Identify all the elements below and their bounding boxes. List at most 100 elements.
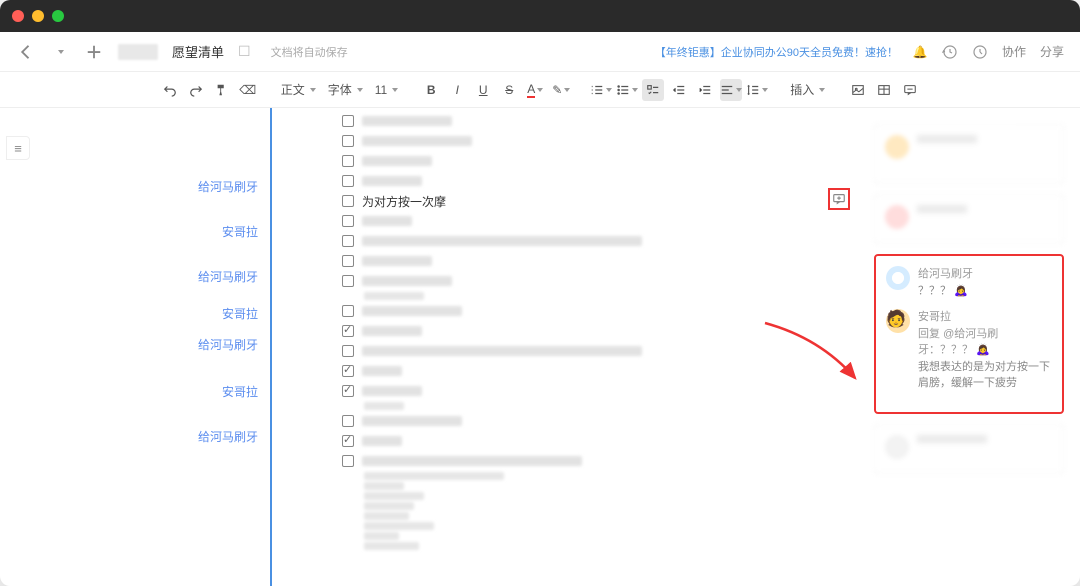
task-line[interactable]	[342, 252, 868, 270]
task-line[interactable]	[342, 212, 868, 230]
task-line[interactable]	[342, 322, 868, 340]
line-height-button[interactable]	[746, 79, 768, 101]
outline-toggle[interactable]: ≡	[6, 136, 30, 160]
comment-card-blurred[interactable]	[874, 424, 1064, 474]
comment-reply-to: 回复	[918, 328, 943, 340]
blurred-text	[364, 502, 414, 510]
highlight-button[interactable]: ✎	[550, 79, 572, 101]
checkbox-checked[interactable]	[342, 435, 354, 447]
task-line[interactable]	[342, 152, 868, 170]
minimize-dot[interactable]	[32, 10, 44, 22]
undo-button[interactable]	[159, 79, 181, 101]
blurred-text	[362, 216, 412, 226]
task-line[interactable]	[342, 272, 868, 290]
task-line[interactable]	[342, 302, 868, 320]
comment-button[interactable]	[899, 79, 921, 101]
task-line[interactable]	[342, 382, 868, 400]
dropdown-button[interactable]	[50, 42, 70, 62]
table-button[interactable]	[873, 79, 895, 101]
blurred-text	[362, 116, 452, 126]
checkbox[interactable]	[342, 195, 354, 207]
task-line[interactable]	[342, 412, 868, 430]
bell-icon[interactable]: 🔔	[912, 44, 928, 60]
checkbox[interactable]	[342, 345, 354, 357]
outline-item[interactable]: 安哥拉	[52, 223, 258, 240]
task-line[interactable]	[342, 132, 868, 150]
checkbox[interactable]	[342, 135, 354, 147]
image-button[interactable]	[847, 79, 869, 101]
collab-button[interactable]: 协作	[1002, 43, 1026, 60]
comment-text: ？？？	[918, 285, 951, 297]
checkbox[interactable]	[342, 305, 354, 317]
blurred-text	[364, 292, 424, 300]
comment-card-blurred[interactable]	[874, 194, 1064, 244]
checkbox[interactable]	[342, 415, 354, 427]
maximize-dot[interactable]	[52, 10, 64, 22]
blurred-text	[364, 482, 404, 490]
text-color-button[interactable]: A	[524, 79, 546, 101]
comment-author: 给河马刷牙	[918, 266, 973, 283]
task-line[interactable]	[342, 432, 868, 450]
blurred-text	[362, 416, 462, 426]
outline-item[interactable]: 给河马刷牙	[52, 178, 258, 195]
task-line[interactable]	[342, 112, 868, 130]
clear-format-button[interactable]: ⌫	[237, 79, 259, 101]
underline-button[interactable]: U	[472, 79, 494, 101]
checkbox[interactable]	[342, 175, 354, 187]
strike-button[interactable]: S	[498, 79, 520, 101]
font-size-select[interactable]: 11	[371, 83, 402, 97]
checkbox[interactable]	[342, 455, 354, 467]
blurred-text	[362, 176, 422, 186]
task-line[interactable]: 为对方按一次摩	[342, 192, 868, 210]
italic-button[interactable]: I	[446, 79, 468, 101]
history-icon[interactable]	[942, 44, 958, 60]
close-dot[interactable]	[12, 10, 24, 22]
checkbox[interactable]	[342, 275, 354, 287]
task-line[interactable]	[342, 452, 868, 470]
blurred-text	[362, 276, 452, 286]
doc-title[interactable]: 愿望清单	[172, 42, 224, 61]
share-button[interactable]: 分享	[1040, 43, 1064, 60]
align-button[interactable]	[720, 79, 742, 101]
checkbox-checked[interactable]	[342, 325, 354, 337]
font-family-select[interactable]: 字体	[324, 81, 367, 98]
insert-menu[interactable]: 插入	[786, 81, 829, 98]
redo-button[interactable]	[185, 79, 207, 101]
promo-link[interactable]: 【年终钜惠】企业协同办公90天全员免费！速抢！	[655, 44, 898, 60]
comment-card-highlighted[interactable]: 给河马刷牙 ？？？ 🙇‍♀️ 🧑 安哥拉 回复 @给河马刷牙：？？？ 🙇‍♀️ …	[874, 254, 1064, 414]
checkbox-checked[interactable]	[342, 365, 354, 377]
ordered-list-button[interactable]	[590, 79, 612, 101]
format-painter-button[interactable]	[211, 79, 233, 101]
back-button[interactable]	[16, 42, 36, 62]
outline-item[interactable]: 安哥拉	[52, 305, 258, 322]
checklist-button[interactable]	[642, 79, 664, 101]
checkbox[interactable]	[342, 115, 354, 127]
paragraph-style-select[interactable]: 正文	[277, 81, 320, 98]
comment-text: 我想表达的是为对方按一下肩膀，缓解一下疲劳	[918, 359, 1052, 392]
indent-button[interactable]	[694, 79, 716, 101]
outline-item[interactable]: 给河马刷牙	[52, 336, 258, 353]
task-line[interactable]	[342, 342, 868, 360]
task-line[interactable]	[342, 172, 868, 190]
outline-item[interactable]: 给河马刷牙	[52, 268, 258, 285]
new-button[interactable]	[84, 42, 104, 62]
checkbox[interactable]	[342, 235, 354, 247]
blurred-text	[364, 402, 404, 410]
outline-item[interactable]: 给河马刷牙	[52, 428, 258, 445]
checkbox-checked[interactable]	[342, 385, 354, 397]
outline-item[interactable]: 安哥拉	[52, 383, 258, 400]
bold-button[interactable]: B	[420, 79, 442, 101]
clock-icon[interactable]	[972, 44, 988, 60]
checkbox[interactable]	[342, 155, 354, 167]
task-line[interactable]	[342, 362, 868, 380]
comment-card-blurred[interactable]	[874, 124, 1064, 184]
task-text: 为对方按一次摩	[362, 193, 446, 210]
add-comment-icon[interactable]	[828, 188, 850, 210]
unordered-list-button[interactable]	[616, 79, 638, 101]
checkbox[interactable]	[342, 215, 354, 227]
task-line[interactable]	[342, 232, 868, 250]
checkbox[interactable]	[342, 255, 354, 267]
outdent-button[interactable]	[668, 79, 690, 101]
bookmark-icon[interactable]: ☐	[238, 43, 251, 60]
document-body[interactable]: 为对方按一次摩	[270, 108, 868, 586]
